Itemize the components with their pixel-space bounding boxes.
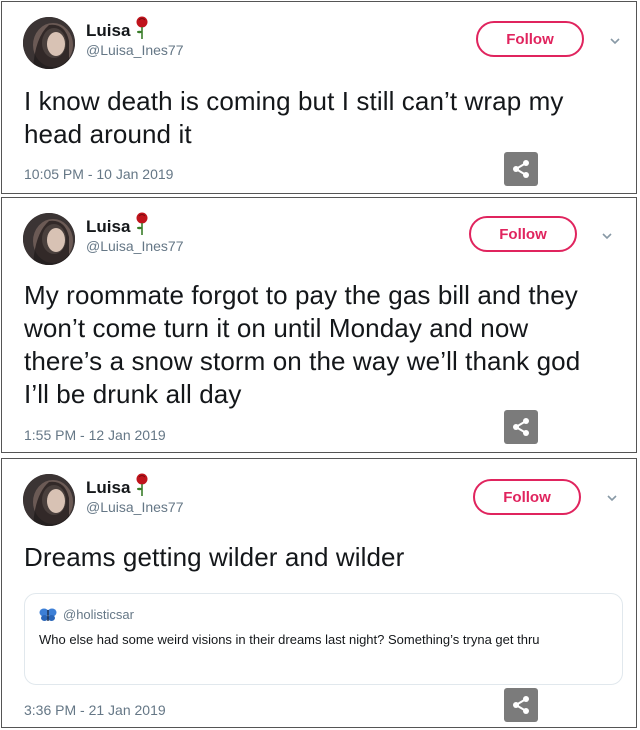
tweet-text: I know death is coming but I still can’t… <box>24 86 564 149</box>
chevron-down-icon[interactable] <box>604 490 620 506</box>
chevron-down-icon[interactable] <box>599 228 615 244</box>
share-icon[interactable] <box>504 410 538 444</box>
user-handle[interactable]: @Luisa_Ines77 <box>86 42 184 58</box>
tweet-timestamp[interactable]: 3:36 PM - 21 Jan 2019 <box>24 702 166 718</box>
tweet-card: Luisa @Luisa_Ines77 Follow Dreams gettin… <box>1 458 637 728</box>
tweet-text: Dreams getting wilder and wilder <box>24 542 405 572</box>
tweet-card: Luisa @Luisa_Ines77 Follow I know death … <box>1 1 637 194</box>
quoted-handle: @holisticsar <box>63 607 134 622</box>
user-handle[interactable]: @Luisa_Ines77 <box>86 499 184 515</box>
display-name[interactable]: Luisa <box>86 217 130 237</box>
follow-button[interactable]: Follow <box>473 479 581 515</box>
avatar[interactable] <box>23 474 75 526</box>
share-icon[interactable] <box>504 152 538 186</box>
quoted-text: Who else had some weird visions in their… <box>39 632 540 647</box>
rose-icon <box>136 473 148 502</box>
tweet-card: Luisa @Luisa_Ines77 Follow My roommate f… <box>1 197 637 453</box>
avatar[interactable] <box>23 213 75 265</box>
rose-icon <box>136 16 148 45</box>
butterfly-icon <box>39 608 57 621</box>
tweet-text: My roommate forgot to pay the gas bill a… <box>24 280 581 409</box>
display-name[interactable]: Luisa <box>86 21 130 41</box>
chevron-down-icon[interactable] <box>607 33 623 49</box>
rose-icon <box>136 212 148 241</box>
display-name[interactable]: Luisa <box>86 478 130 498</box>
follow-button[interactable]: Follow <box>469 216 577 252</box>
avatar[interactable] <box>23 17 75 69</box>
tweet-timestamp[interactable]: 1:55 PM - 12 Jan 2019 <box>24 427 166 443</box>
share-icon[interactable] <box>504 688 538 722</box>
tweet-timestamp[interactable]: 10:05 PM - 10 Jan 2019 <box>24 166 173 182</box>
follow-button[interactable]: Follow <box>476 21 584 57</box>
user-handle[interactable]: @Luisa_Ines77 <box>86 238 184 254</box>
quoted-tweet[interactable]: @holisticsar Who else had some weird vis… <box>24 593 623 685</box>
